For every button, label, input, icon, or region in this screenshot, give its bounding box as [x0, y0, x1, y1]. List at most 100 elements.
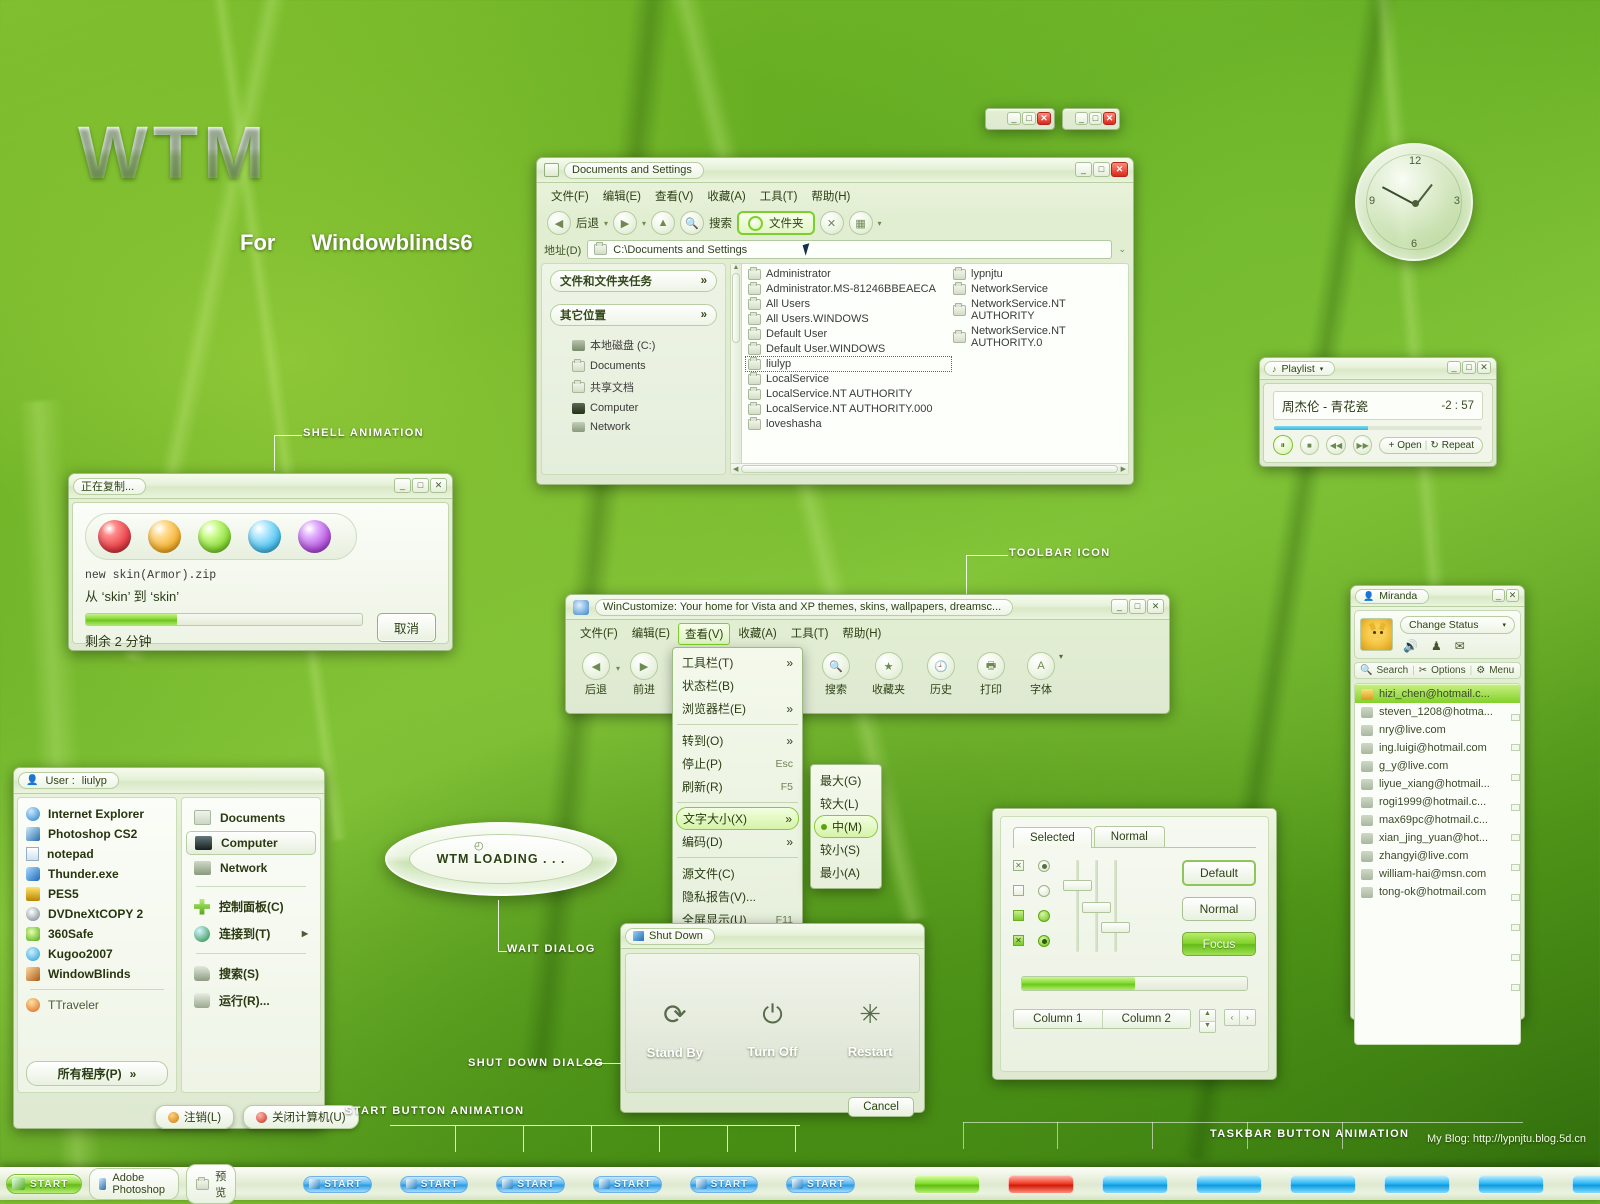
start-menu[interactable]: 👤 User : liulyp Internet Explorer Photos… [13, 767, 325, 1129]
background-window-1[interactable]: _ □ ✕ [985, 108, 1055, 130]
taskbar-button-demo-blue[interactable] [1477, 1174, 1544, 1194]
start-button-demo[interactable]: START [496, 1175, 565, 1193]
maximize-button[interactable]: □ [1093, 162, 1110, 177]
cancel-button[interactable]: Cancel [848, 1097, 914, 1117]
logoff-button[interactable]: 注销(L) [155, 1105, 235, 1129]
back-dropdown-icon[interactable]: ▾ [604, 219, 608, 228]
back-label[interactable]: 后退 [576, 215, 599, 231]
file-item[interactable]: Administrator [746, 266, 951, 281]
pause-button[interactable]: ⏸ [1273, 435, 1293, 455]
all-programs-button[interactable]: 所有程序(P)» [26, 1061, 168, 1086]
scroll-thumb[interactable] [741, 465, 1118, 473]
contact-item[interactable]: steven_1208@hotma... [1355, 703, 1520, 721]
minimize-button[interactable]: _ [1492, 589, 1505, 602]
contact-item-selected[interactable]: hizi_chen@hotmail.c... [1355, 684, 1520, 703]
minimize-button[interactable]: _ [1007, 112, 1021, 125]
avatar[interactable] [1360, 618, 1393, 651]
playlist-titlebar[interactable]: ♪ Playlist ▾ _ □ ✕ [1260, 358, 1496, 380]
close-button[interactable]: ✕ [1477, 361, 1491, 374]
view-menu[interactable]: 工具栏(T)» 状态栏(B) 浏览器栏(E)» 转到(O)» 停止(P) Esc … [672, 647, 803, 936]
taskbar-button-demo-blue[interactable] [1101, 1174, 1168, 1194]
tab-normal[interactable]: Normal [1093, 826, 1165, 847]
start-button[interactable]: START [6, 1174, 82, 1194]
address-input[interactable]: C:\Documents and Settings [587, 240, 1113, 259]
place-documents[interactable]: Documents [186, 806, 316, 829]
checkbox-green-checked[interactable]: ✕ [1013, 935, 1024, 946]
contact-item[interactable]: rogi1999@hotmail.c... [1355, 793, 1520, 811]
program-windowblinds[interactable]: WindowBlinds [20, 964, 174, 984]
next-button[interactable]: ▶▶ [1352, 435, 1373, 455]
forward-icon[interactable]: ▶ [613, 211, 638, 235]
shutdown-titlebar[interactable]: Shut Down [621, 924, 924, 949]
menu-label[interactable]: Menu [1489, 665, 1514, 676]
copy-dialog[interactable]: 正在复制... _ □ ✕ new skin(Armor).zip 从 ‘ski… [68, 473, 453, 651]
shutdown-dialog[interactable]: Shut Down ⟳ Stand By ⏻ Turn Off ✳ Restar… [620, 923, 925, 1117]
search-icon[interactable]: 🔍 [822, 652, 851, 680]
menu-item-toolbars[interactable]: 工具栏(T)» [673, 651, 802, 674]
explorer-menubar[interactable]: 文件(F) 编辑(E) 查看(V) 收藏(A) 工具(T) 帮助(H) [537, 183, 1133, 209]
start-button-demo[interactable]: START [303, 1175, 372, 1193]
browser-menubar[interactable]: 文件(F) 编辑(E) 查看(V) 收藏(A) 工具(T) 帮助(H) [566, 620, 1169, 648]
toolbar-font[interactable]: A ▾ 字体 [1027, 652, 1063, 697]
miranda-titlebar[interactable]: 👤 Miranda _ ✕ [1351, 586, 1524, 607]
column-header-1[interactable]: Column 1 [1014, 1010, 1103, 1028]
change-status-button[interactable]: Change Status ▾ [1400, 616, 1515, 634]
menu-favorites[interactable]: 收藏(A) [732, 623, 782, 645]
menu-help[interactable]: 帮助(H) [836, 623, 887, 645]
place-network[interactable]: Network [570, 420, 717, 434]
explorer-toolbar[interactable]: ◀ 后退 ▾ ▶ ▾ ▲ 🔍 搜索 文件夹 ✕ ▦ ▾ [537, 209, 1133, 240]
maximize-button[interactable]: □ [1089, 112, 1102, 125]
slider-3[interactable] [1101, 860, 1130, 952]
sound-icon[interactable]: 🔊 [1403, 639, 1418, 653]
contact-item[interactable]: g_y@live.com [1355, 757, 1520, 775]
program-notepad[interactable]: notepad [20, 844, 174, 864]
file-item[interactable]: LocalService [746, 371, 951, 386]
tasks-panel-header[interactable]: 文件和文件夹任务» [550, 270, 717, 292]
slider-2[interactable] [1082, 860, 1111, 952]
focus-button[interactable]: Focus [1181, 932, 1256, 956]
toolbar-search[interactable]: 🔍 搜索 [822, 652, 851, 697]
views-dropdown-icon[interactable]: ▾ [878, 219, 882, 228]
minimize-button[interactable]: _ [394, 478, 411, 493]
contact-item[interactable]: ing.luigi@hotmail.com [1355, 739, 1520, 757]
place-control-panel[interactable]: 控制面板(C) [186, 894, 316, 919]
menu-item-source[interactable]: 源文件(C) [673, 862, 802, 885]
radio-unselected[interactable] [1038, 885, 1050, 897]
taskbar-button-demo-blue[interactable] [1289, 1174, 1356, 1194]
miranda-toolbar[interactable]: 🔍 Search | ✂ Options | ⚙ Menu [1354, 662, 1521, 679]
miranda-contact-list[interactable]: hizi_chen@hotmail.c... steven_1208@hotma… [1354, 683, 1521, 1045]
contact-item[interactable]: william-hai@msn.com [1355, 865, 1520, 883]
up-icon[interactable]: ▲ [651, 211, 676, 235]
close-button[interactable]: ✕ [430, 478, 447, 493]
text-size-medium[interactable]: 中(M) [814, 815, 878, 838]
start-button-demo[interactable]: START [592, 1175, 662, 1193]
slider-thumb[interactable] [1063, 880, 1092, 891]
menu-view[interactable]: 查看(V) [649, 186, 699, 206]
place-documents[interactable]: Documents [570, 358, 717, 373]
delete-icon[interactable]: ✕ [819, 211, 844, 235]
contact-item[interactable]: xian_jing_yuan@hot... [1355, 829, 1520, 847]
views-icon[interactable]: ▦ [848, 211, 873, 235]
playlist-window[interactable]: ♪ Playlist ▾ _ □ ✕ 周杰伦 - 青花瓷 -2 : 57 ⏸ ■… [1259, 357, 1497, 467]
radio-green-selected[interactable] [1038, 935, 1050, 947]
file-item[interactable]: LocalService.NT AUTHORITY.000 [746, 401, 951, 416]
horizontal-scrollbar[interactable]: ◀ ▶ [731, 463, 1128, 474]
toolbar-back[interactable]: ◀ 后退 [582, 652, 610, 697]
star-icon[interactable]: ★ [874, 652, 903, 680]
taskbar-button-demo-blue[interactable] [1195, 1174, 1262, 1194]
menu-item-statusbar[interactable]: 状态栏(B) [673, 674, 802, 697]
menu-item-privacy-report[interactable]: 隐私报告(V)... [673, 885, 802, 908]
browser-titlebar[interactable]: WinCustomize: Your home for Vista and XP… [566, 595, 1169, 620]
spinner-control[interactable]: ▲ ▼ [1199, 1009, 1216, 1033]
place-network[interactable]: Network [186, 857, 316, 879]
explorer-filelist[interactable]: ▲ Administrator Administrator.MS-81246BB… [730, 263, 1129, 475]
scroll-right-arrow[interactable]: ▶ [1121, 465, 1126, 473]
contact-item[interactable]: liyue_xiang@hotmail... [1355, 775, 1520, 793]
default-button[interactable]: Default [1181, 860, 1256, 886]
slider-1[interactable] [1063, 860, 1092, 952]
menu-item-stop[interactable]: 停止(P) Esc [673, 752, 802, 775]
minimize-button[interactable]: _ [1075, 112, 1088, 125]
program-kugoo2007[interactable]: Kugoo2007 [20, 944, 174, 964]
explorer-window[interactable]: Documents and Settings _ □ ✕ 文件(F) 编辑(E)… [536, 157, 1134, 485]
place-computer-selected[interactable]: Computer [186, 831, 316, 855]
